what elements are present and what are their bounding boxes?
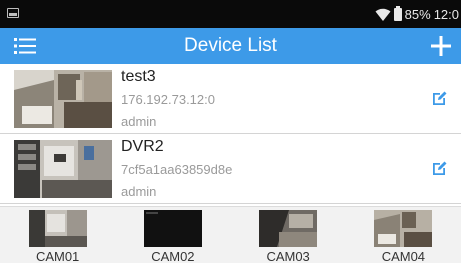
screenshot-notification-icon xyxy=(7,8,19,18)
device-thumbnail xyxy=(14,140,112,198)
status-bar: 85% 12:0 xyxy=(0,0,461,28)
device-address: 176.192.73.12:0 xyxy=(121,92,215,107)
device-name: DVR2 xyxy=(121,138,164,155)
device-address: 7cf5a1aa63859d8e xyxy=(121,162,233,177)
camera-strip: CAM01 CAM02 CAM03 CAM04 xyxy=(0,206,461,263)
wifi-icon xyxy=(375,8,391,21)
camera-tile[interactable]: CAM04 xyxy=(346,207,461,263)
app-bar: Device List xyxy=(0,28,461,64)
camera-tile[interactable]: CAM02 xyxy=(115,207,230,263)
device-row[interactable]: DVR2 7cf5a1aa63859d8e admin xyxy=(0,134,461,204)
device-thumbnail xyxy=(14,70,112,128)
camera-thumbnail xyxy=(143,210,202,247)
camera-label: CAM03 xyxy=(266,249,310,263)
device-user: admin xyxy=(121,184,157,199)
camera-tile[interactable]: CAM03 xyxy=(231,207,346,263)
camera-label: CAM01 xyxy=(35,249,80,263)
device-list: test3 176.192.73.12:0 admin DVR2 7cf5a1a… xyxy=(0,64,461,204)
device-name: test3 xyxy=(121,68,156,85)
camera-thumbnail xyxy=(259,210,318,247)
page-title: Device List xyxy=(184,35,277,56)
camera-tile[interactable]: CAM01 xyxy=(0,207,115,263)
add-device-button[interactable] xyxy=(429,34,453,58)
battery-percent: 85% xyxy=(404,6,431,22)
device-user: admin xyxy=(121,114,157,129)
battery-icon xyxy=(393,5,402,21)
device-row[interactable]: test3 176.192.73.12:0 admin xyxy=(0,64,461,134)
camera-thumbnail xyxy=(374,210,433,247)
camera-label: CAM04 xyxy=(381,249,426,263)
edit-icon[interactable] xyxy=(431,90,448,107)
camera-label: CAM02 xyxy=(151,249,195,263)
clock: 12:0 xyxy=(433,6,459,22)
status-bar-right: 85% 12:0 xyxy=(375,5,459,23)
edit-icon[interactable] xyxy=(431,160,448,177)
camera-thumbnail xyxy=(28,210,87,247)
